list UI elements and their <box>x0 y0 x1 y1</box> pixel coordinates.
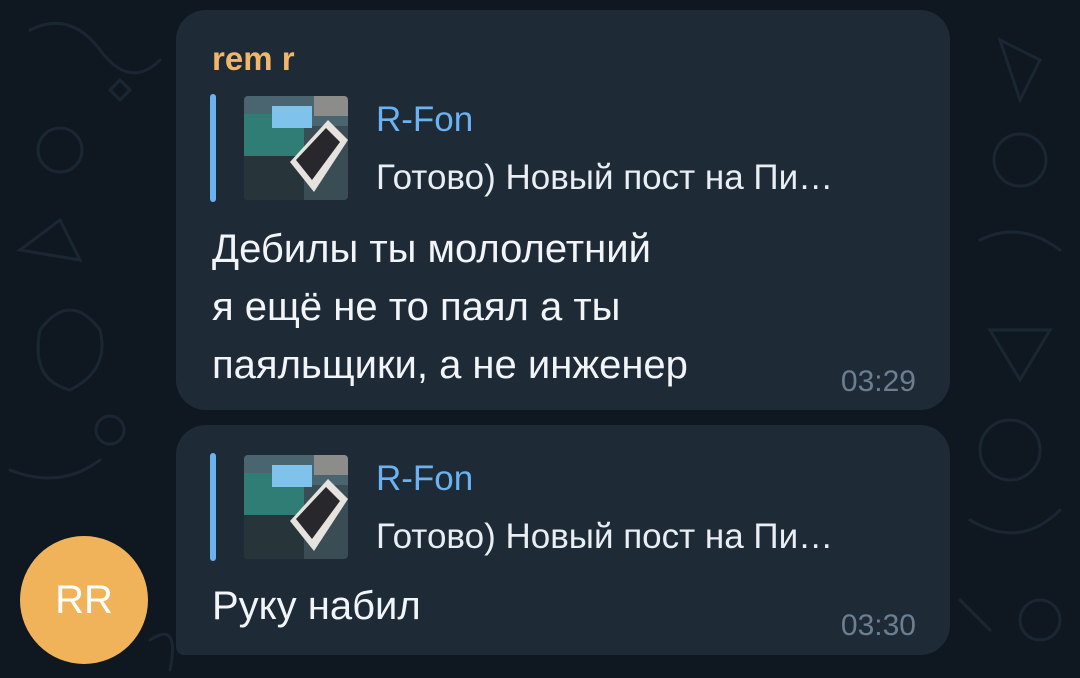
message-bubble[interactable]: R-Fon Готово) Новый пост на Пи… Руку наб… <box>176 425 950 655</box>
reply-author: R-Fon <box>376 459 474 498</box>
message-bubble[interactable]: rem r R-Fon Готово) Новый пост на Пи… Де… <box>176 10 950 410</box>
message-line: я ещё не то паял а ты <box>212 285 621 329</box>
photo-thumbnail-icon <box>244 455 348 559</box>
sender-name[interactable]: rem r <box>212 40 295 78</box>
reply-preview[interactable]: R-Fon Готово) Новый пост на Пи… <box>210 453 930 561</box>
reply-text: Готово) Новый пост на Пи… <box>376 158 834 197</box>
message-line: паяльщики, а не инженер <box>212 343 688 387</box>
avatar-initials: RR <box>55 577 113 622</box>
reply-author: R-Fon <box>376 100 474 139</box>
message-text: Дебилы ты мололетний я ещё не то паял а … <box>212 220 688 394</box>
message-time: 03:30 <box>840 609 916 642</box>
photo-thumbnail-icon <box>244 96 348 200</box>
reply-preview[interactable]: R-Fon Готово) Новый пост на Пи… <box>210 94 930 202</box>
message-text: Руку набил <box>212 577 421 635</box>
avatar[interactable]: RR <box>20 536 148 664</box>
message-line: Руку набил <box>212 584 421 628</box>
reply-text: Готово) Новый пост на Пи… <box>376 517 834 556</box>
message-line: Дебилы ты мололетний <box>212 227 651 271</box>
reply-accent-bar <box>210 94 216 202</box>
reply-accent-bar <box>210 453 216 561</box>
message-time: 03:29 <box>840 365 916 398</box>
